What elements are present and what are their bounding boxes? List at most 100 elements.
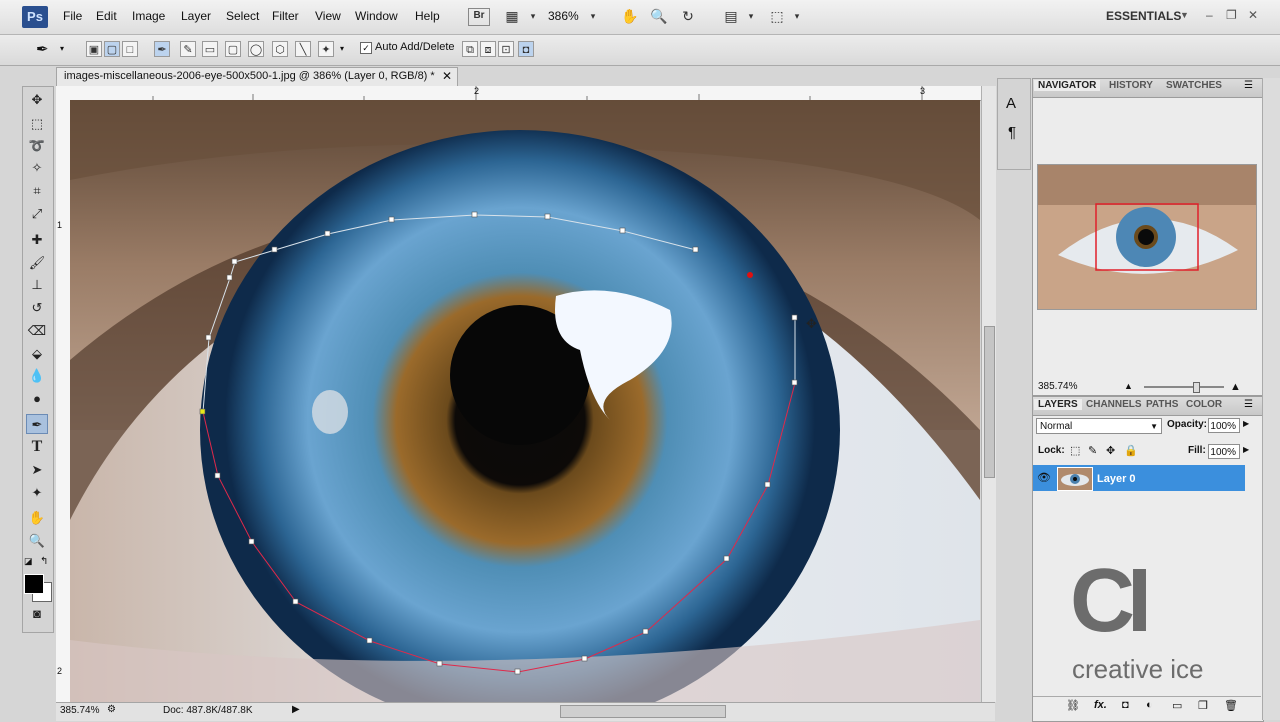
crop-tool-icon[interactable]: ⌗ <box>26 181 48 201</box>
zoom-in-icon[interactable]: ▲ <box>1230 381 1241 393</box>
chevron-down-icon[interactable]: ▾ <box>524 8 542 24</box>
blur-tool-icon[interactable]: 💧 <box>26 366 48 386</box>
status-menu-icon[interactable]: ▶ <box>292 704 300 715</box>
image-canvas[interactable]: ✥ <box>70 100 980 702</box>
tab-history[interactable]: HISTORY <box>1105 80 1157 91</box>
default-colors-icon[interactable]: ◪ <box>24 556 33 567</box>
type-tool-icon[interactable]: T <box>26 437 48 457</box>
healing-brush-icon[interactable]: ✚ <box>26 230 48 250</box>
panel-menu-icon[interactable]: ☰ <box>1244 399 1253 410</box>
character-panel-icon[interactable]: A <box>1006 95 1016 112</box>
opacity-field[interactable]: 100% <box>1208 418 1240 433</box>
delete-layer-icon[interactable]: 🗑 <box>1224 699 1238 712</box>
fill-field[interactable]: 100% <box>1208 444 1240 459</box>
panel-scrollbar[interactable] <box>1262 78 1280 720</box>
subtract-path-area-button[interactable]: ⧈ <box>480 41 496 57</box>
new-group-icon[interactable]: ▭ <box>1172 699 1182 712</box>
tab-layers[interactable]: LAYERS <box>1034 399 1082 410</box>
close-document-icon[interactable]: ✕ <box>442 69 452 83</box>
zoom-slider[interactable] <box>1144 386 1224 388</box>
status-zoom[interactable]: 385.74% <box>60 705 99 716</box>
paths-mode-button[interactable]: ▢ <box>104 41 120 57</box>
minimize-icon[interactable]: – <box>1206 8 1213 22</box>
swap-colors-icon[interactable]: ↰ <box>40 556 48 567</box>
chevron-down-icon[interactable]: ▼ <box>1180 10 1189 20</box>
rectangle-tool-button[interactable]: ▭ <box>202 41 218 57</box>
marquee-tool-icon[interactable]: ⬚ <box>26 114 48 134</box>
lock-image-icon[interactable]: ✎ <box>1088 444 1097 457</box>
rounded-rectangle-button[interactable]: ▢ <box>225 41 241 57</box>
menu-layer[interactable]: Layer <box>181 9 211 23</box>
fill-pixels-button[interactable]: □ <box>122 41 138 57</box>
tab-color[interactable]: COLOR <box>1182 399 1226 410</box>
tab-navigator[interactable]: NAVIGATOR <box>1034 80 1101 91</box>
layer-thumbnail[interactable] <box>1057 467 1093 491</box>
menu-window[interactable]: Window <box>355 9 398 23</box>
status-settings-icon[interactable]: ⚙ <box>107 704 116 715</box>
menu-select[interactable]: Select <box>226 9 259 23</box>
tab-paths[interactable]: PATHS <box>1142 399 1182 410</box>
ellipse-tool-button[interactable]: ◯ <box>248 41 264 57</box>
tab-swatches[interactable]: SWATCHES <box>1162 80 1226 91</box>
menu-image[interactable]: Image <box>132 9 165 23</box>
chevron-down-icon[interactable]: ▾ <box>788 8 806 24</box>
pen-tool-icon[interactable]: ✒ <box>26 414 48 434</box>
eraser-tool-icon[interactable]: ⌫ <box>26 321 48 341</box>
menu-file[interactable]: File <box>63 9 82 23</box>
tab-channels[interactable]: CHANNELS <box>1082 399 1146 410</box>
lasso-tool-icon[interactable]: ➰ <box>26 136 48 156</box>
zoom-level-select[interactable]: 386% <box>548 9 579 23</box>
quick-selection-icon[interactable]: ✧ <box>26 158 48 178</box>
hand-tool-icon[interactable]: ✋ <box>26 508 48 528</box>
move-tool-icon[interactable]: ✥ <box>26 90 48 110</box>
restore-icon[interactable]: ❐ <box>1226 8 1237 22</box>
view-extras-icon[interactable]: ▦ <box>503 8 521 24</box>
custom-shape-button[interactable]: ✦ <box>318 41 334 57</box>
shape-layers-button[interactable]: ▣ <box>86 41 102 57</box>
rotate-view-icon[interactable]: ↻ <box>679 8 697 24</box>
chevron-down-icon[interactable]: ▾ <box>60 44 64 53</box>
lock-position-icon[interactable]: ✥ <box>1106 444 1115 457</box>
link-layers-icon[interactable]: ⛓ <box>1066 699 1080 712</box>
screen-mode-icon[interactable]: ⬚ <box>768 8 786 24</box>
arrange-documents-icon[interactable]: ▤ <box>722 8 740 24</box>
menu-filter[interactable]: Filter <box>272 9 299 23</box>
menu-view[interactable]: View <box>315 9 341 23</box>
chevron-down-icon[interactable]: ▾ <box>742 8 760 24</box>
lock-transparent-icon[interactable]: ⬚ <box>1070 444 1080 457</box>
visibility-eye-icon[interactable]: 👁 <box>1037 471 1051 484</box>
lock-all-icon[interactable]: 🔒 <box>1124 444 1138 457</box>
navigator-thumbnail[interactable] <box>1037 164 1257 310</box>
chevron-down-icon[interactable]: ▾ <box>340 44 344 53</box>
blend-mode-select[interactable]: Normal ▼ <box>1036 418 1162 434</box>
paint-bucket-icon[interactable]: ⬙ <box>26 344 48 364</box>
chevron-down-icon[interactable]: ▾ <box>584 8 602 24</box>
hand-tool-icon[interactable]: ✋ <box>621 8 639 24</box>
brush-tool-icon[interactable]: 🖌 <box>26 253 48 273</box>
chevron-right-icon[interactable]: ▶ <box>1243 445 1249 454</box>
polygon-tool-button[interactable]: ⬡ <box>272 41 288 57</box>
paragraph-panel-icon[interactable]: ¶ <box>1008 124 1016 141</box>
workspace-switcher[interactable]: ESSENTIALS <box>1106 9 1181 23</box>
layer-name[interactable]: Layer 0 <box>1097 473 1136 485</box>
add-to-path-area-button[interactable]: ⧉ <box>462 41 478 57</box>
adjustment-layer-icon[interactable]: ◐ <box>1146 699 1153 711</box>
close-icon[interactable]: ✕ <box>1248 8 1258 22</box>
new-layer-icon[interactable]: ❐ <box>1198 699 1208 712</box>
pen-tool-button[interactable]: ✒ <box>154 41 170 57</box>
dodge-tool-icon[interactable]: ● <box>26 389 48 409</box>
navigator-zoom[interactable]: 385.74% <box>1038 381 1077 392</box>
fx-icon[interactable]: fx. <box>1094 699 1107 711</box>
path-selection-icon[interactable]: ➤ <box>26 460 48 480</box>
scrollbar-thumb[interactable] <box>984 326 995 478</box>
intersect-path-area-button[interactable]: ⊡ <box>498 41 514 57</box>
bridge-button[interactable]: Br <box>468 8 490 26</box>
eyedropper-icon[interactable]: ⤢ <box>26 204 48 224</box>
zoom-slider-handle[interactable] <box>1193 382 1200 393</box>
horizontal-scrollbar-thumb[interactable] <box>560 705 726 718</box>
zoom-out-icon[interactable]: ▲ <box>1124 381 1133 391</box>
foreground-color-swatch[interactable] <box>24 574 44 594</box>
line-tool-button[interactable]: ╲ <box>295 41 311 57</box>
panel-menu-icon[interactable]: ☰ <box>1244 80 1253 91</box>
chevron-right-icon[interactable]: ▶ <box>1243 419 1249 428</box>
